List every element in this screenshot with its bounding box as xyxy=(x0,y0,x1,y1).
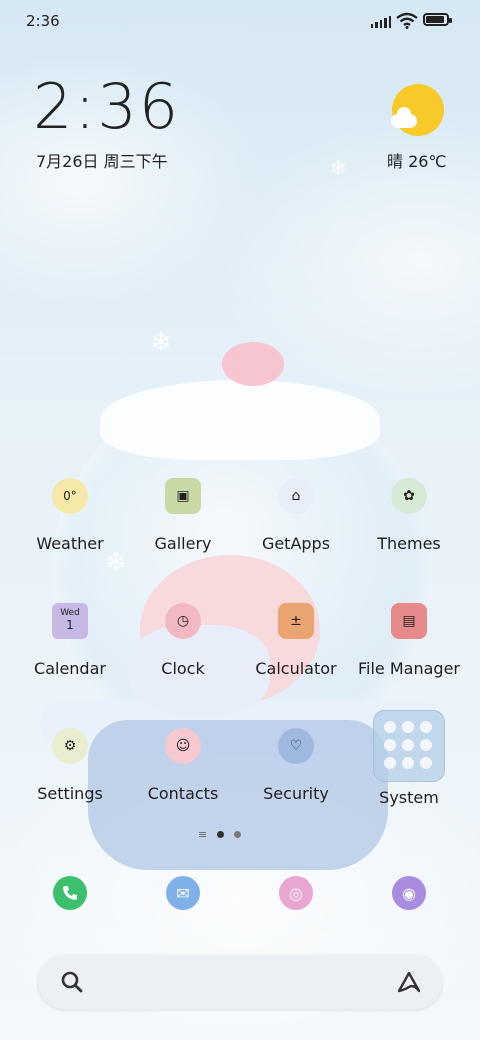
status-time: 2:36 xyxy=(26,12,60,30)
app-label: System xyxy=(379,788,439,807)
app-weather[interactable]: 0° Weather xyxy=(10,478,130,553)
snow-cap-illustration xyxy=(100,380,380,460)
battery-fill xyxy=(426,16,444,23)
file-manager-icon: ▤ xyxy=(391,603,427,639)
app-system-folder[interactable]: System xyxy=(349,710,469,807)
app-label: Calendar xyxy=(34,659,106,678)
search-bar[interactable] xyxy=(38,955,442,1009)
search-icon[interactable] xyxy=(60,970,84,994)
page-indicator[interactable]: ≡ xyxy=(198,828,242,841)
heart-illustration xyxy=(222,342,284,386)
app-label: Calculator xyxy=(255,659,337,678)
app-clock[interactable]: ◷ Clock xyxy=(123,603,243,678)
app-security[interactable]: ♡ Security xyxy=(236,728,356,803)
app-calendar[interactable]: Wed 1 Calendar xyxy=(10,603,130,678)
weather-icon: 0° xyxy=(52,478,88,514)
settings-icon: ⚙ xyxy=(52,728,88,764)
snowflake-icon: ❄ xyxy=(150,328,172,358)
browser-icon[interactable]: ◎ xyxy=(279,876,313,910)
app-label: GetApps xyxy=(261,534,331,553)
calculator-icon: ± xyxy=(278,603,314,639)
app-themes[interactable]: ✿ Themes xyxy=(349,478,469,553)
page-dot-active[interactable] xyxy=(217,831,225,838)
clock-widget-time[interactable]: 2:36 xyxy=(33,76,180,138)
calendar-icon: Wed 1 xyxy=(52,603,88,639)
snowflake-icon: ❄ xyxy=(330,156,347,180)
app-label: Themes xyxy=(377,534,441,553)
clock-widget-date[interactable]: 7月26日 周三下午 xyxy=(36,148,168,172)
cloud-icon xyxy=(391,107,417,128)
wifi-icon xyxy=(396,12,418,29)
app-contacts[interactable]: ☺ Contacts xyxy=(123,728,243,803)
signal-icon xyxy=(371,14,392,28)
themes-icon: ✿ xyxy=(391,478,427,514)
clock-icon: ◷ xyxy=(165,603,201,639)
app-getapps[interactable]: ⌂ GetApps xyxy=(236,478,356,553)
app-label: Settings xyxy=(37,784,103,803)
app-file-manager[interactable]: ▤ File Manager xyxy=(349,603,469,678)
app-label: Clock xyxy=(161,659,205,678)
app-calculator[interactable]: ± Calculator xyxy=(236,603,356,678)
app-settings[interactable]: ⚙ Settings xyxy=(10,728,130,803)
app-label: Gallery xyxy=(154,534,212,553)
weather-widget-text[interactable]: 晴 26℃ xyxy=(387,148,446,172)
system-folder-icon xyxy=(373,710,445,782)
camera-icon[interactable]: ◉ xyxy=(392,876,426,910)
app-label: Weather xyxy=(36,534,104,553)
app-label: File Manager xyxy=(358,659,460,678)
messages-icon[interactable]: ✉ xyxy=(166,876,200,910)
phone-icon[interactable] xyxy=(53,876,87,910)
assistant-icon[interactable] xyxy=(396,970,422,994)
app-label: Contacts xyxy=(147,784,219,803)
weather-icon-badge: 0° xyxy=(63,489,77,503)
getapps-icon: ⌂ xyxy=(278,478,314,514)
app-gallery[interactable]: ▣ Gallery xyxy=(123,478,243,553)
battery-icon xyxy=(423,13,452,26)
page-dot[interactable] xyxy=(234,831,242,838)
contacts-icon: ☺ xyxy=(165,728,201,764)
page-list-icon[interactable]: ≡ xyxy=(198,828,207,841)
status-bar: 2:36 xyxy=(0,0,480,42)
gallery-icon: ▣ xyxy=(165,478,201,514)
security-icon: ♡ xyxy=(278,728,314,764)
app-label: Security xyxy=(263,784,329,803)
